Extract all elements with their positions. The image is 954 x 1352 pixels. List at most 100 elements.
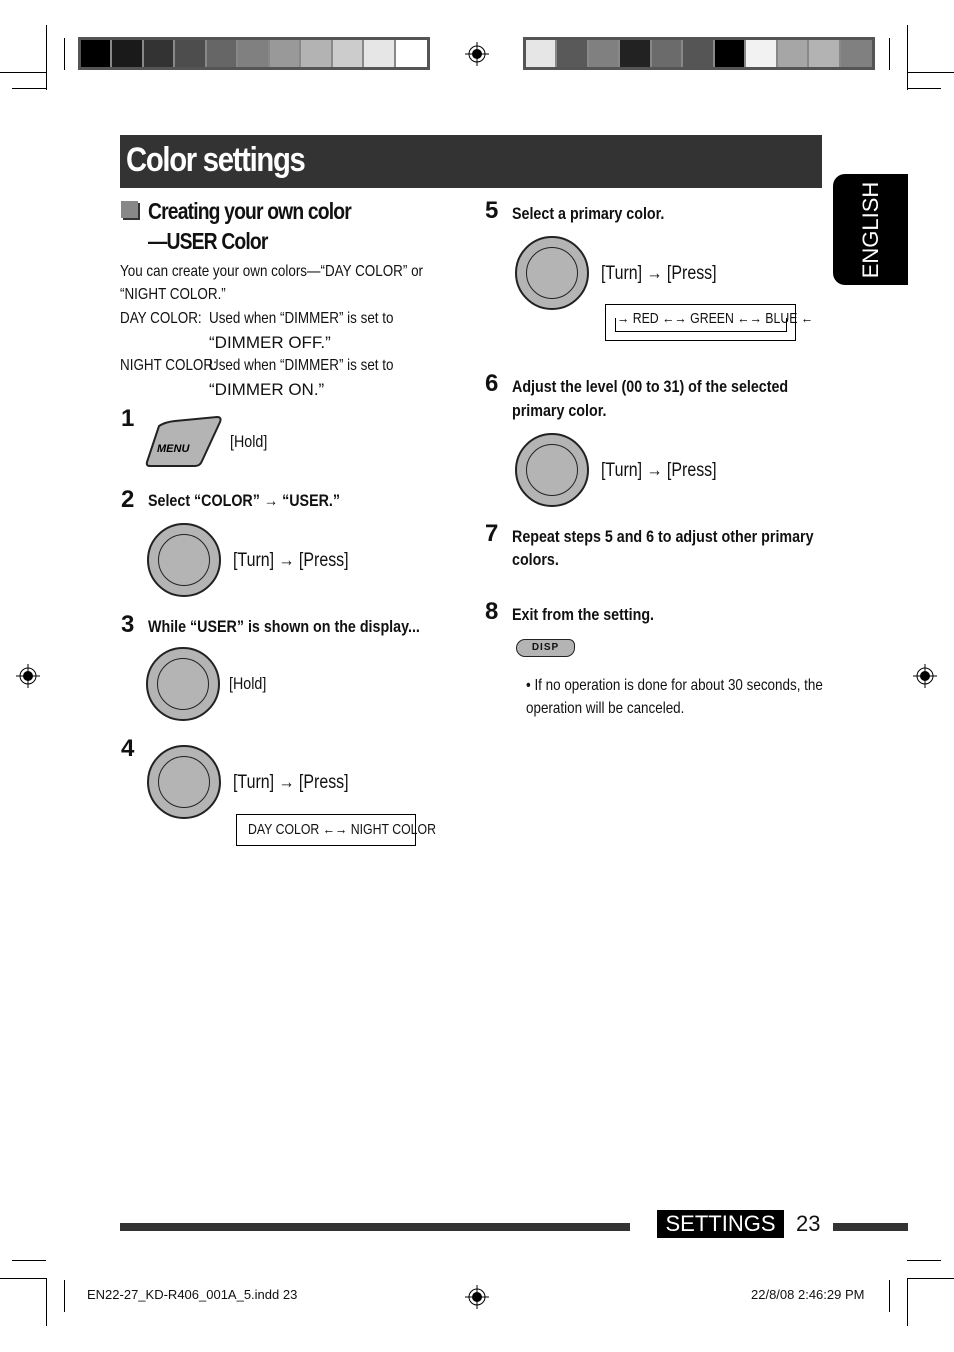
step-action: [Turn] → [Press] (601, 460, 717, 481)
step-action: [Turn] → [Press] (233, 772, 349, 793)
step-text: Select a primary color. (512, 204, 665, 223)
step-number: 2 (121, 486, 135, 513)
step-action: [Turn] → [Press] (233, 550, 349, 571)
step-text: Select “COLOR” → “USER.” (148, 491, 341, 510)
step-action: [Hold] (230, 432, 268, 451)
crop-mark (889, 1280, 890, 1312)
color-swatch (588, 40, 621, 67)
crop-mark (64, 1280, 65, 1312)
intro-text: “NIGHT COLOR.” (120, 286, 226, 303)
step-number: 3 (121, 611, 135, 638)
night-color-label: NIGHT COLOR: (120, 357, 217, 374)
registration-mark-icon (16, 664, 40, 688)
crop-mark (12, 1260, 46, 1261)
step-text: Exit from the setting. (512, 605, 655, 624)
page-number: 23 (796, 1211, 821, 1236)
footer-rule (120, 1223, 630, 1231)
step-number: 1 (121, 405, 135, 432)
control-dial-icon[interactable] (146, 647, 220, 721)
color-swatch (112, 40, 144, 67)
display-indicator-box: → RED ←→ GREEN ←→ BLUE ← (605, 304, 813, 341)
crop-mark (907, 88, 941, 89)
crop-mark (907, 25, 908, 90)
crop-mark (907, 72, 954, 73)
language-tab: ENGLISH (833, 174, 908, 285)
control-dial-icon[interactable] (147, 523, 221, 597)
color-calibration-bar-right (523, 37, 875, 70)
crop-mark (889, 38, 890, 70)
color-swatch (746, 40, 778, 67)
crop-mark (12, 88, 46, 89)
step-number: 5 (485, 197, 499, 224)
step-action: [Turn] → [Press] (601, 263, 717, 284)
step-number: 6 (485, 370, 499, 397)
day-color-desc: Used when “DIMMER” is set to (209, 310, 394, 327)
control-dial-icon[interactable] (147, 745, 221, 819)
color-swatch (81, 40, 113, 67)
registration-mark-icon (465, 1285, 489, 1309)
page-title: Color settings (126, 141, 306, 179)
step-number: 8 (485, 598, 499, 625)
crop-mark (46, 25, 47, 90)
section-label: SETTINGS (657, 1210, 784, 1238)
step-action: [Hold] (229, 674, 267, 693)
note-text: • If no operation is done for about 30 s… (526, 677, 823, 694)
step-text: Adjust the level (00 to 31) of the selec… (512, 377, 789, 396)
crop-mark (907, 1260, 941, 1261)
crop-mark (0, 1278, 46, 1279)
step-number: 4 (121, 735, 135, 762)
registration-mark-icon (913, 664, 937, 688)
color-swatch (683, 40, 715, 67)
control-dial-icon[interactable] (515, 433, 589, 507)
step-text: Repeat steps 5 and 6 to adjust other pri… (512, 527, 814, 546)
step-text: colors. (512, 550, 559, 569)
display-indicator-box: DAY COLOR ←→ NIGHT COLOR (236, 814, 436, 846)
color-swatch (651, 40, 684, 67)
color-swatch (840, 40, 872, 67)
night-color-desc: Used when “DIMMER” is set to (209, 357, 394, 374)
control-dial-icon[interactable] (515, 236, 589, 310)
crop-mark (46, 1278, 47, 1326)
slug-timestamp: 22/8/08 2:46:29 PM (751, 1287, 865, 1302)
step-text: primary color. (512, 401, 607, 420)
step-number: 7 (485, 520, 499, 547)
slug-filename: EN22-27_KD-R406_001A_5.indd 23 (87, 1287, 298, 1302)
color-swatch (809, 40, 841, 67)
color-swatch (714, 40, 747, 67)
step-text: While “USER” is shown on the display... (148, 617, 420, 636)
color-swatch (269, 40, 302, 67)
color-swatch (557, 40, 589, 67)
note-text: operation will be canceled. (526, 700, 685, 717)
loop-arrow-line (615, 318, 787, 332)
section-subtitle: —USER Color (148, 228, 268, 254)
color-swatch (301, 40, 333, 67)
display-indicator-text: DAY COLOR ←→ NIGHT COLOR (248, 821, 436, 838)
color-swatch (526, 40, 558, 67)
section-square-icon (121, 201, 138, 218)
color-swatch (620, 40, 652, 67)
crop-mark (64, 38, 65, 70)
color-swatch (175, 40, 207, 67)
menu-button-icon[interactable]: MENU (145, 416, 223, 468)
color-swatch (206, 40, 239, 67)
color-swatch (238, 40, 270, 67)
language-label: ENGLISH (857, 181, 883, 278)
night-color-desc: “DIMMER ON.” (209, 380, 325, 399)
footer-rule (833, 1223, 908, 1231)
day-color-label: DAY COLOR: (120, 310, 202, 327)
crop-mark (907, 1278, 954, 1279)
intro-text: You can create your own colors—“DAY COLO… (120, 263, 424, 280)
section-title: Creating your own color (148, 198, 352, 224)
page-title-bar: Color settings (120, 135, 822, 188)
disp-button[interactable]: DISP (516, 639, 575, 657)
crop-mark (0, 72, 46, 73)
color-swatch (143, 40, 176, 67)
color-swatch (395, 40, 427, 67)
color-swatch (364, 40, 396, 67)
color-swatch (777, 40, 810, 67)
color-calibration-bar-left (78, 37, 430, 70)
color-swatch (332, 40, 365, 67)
crop-mark (907, 1278, 908, 1326)
menu-button-label: MENU (157, 443, 190, 455)
day-color-desc: “DIMMER OFF.” (209, 333, 331, 352)
